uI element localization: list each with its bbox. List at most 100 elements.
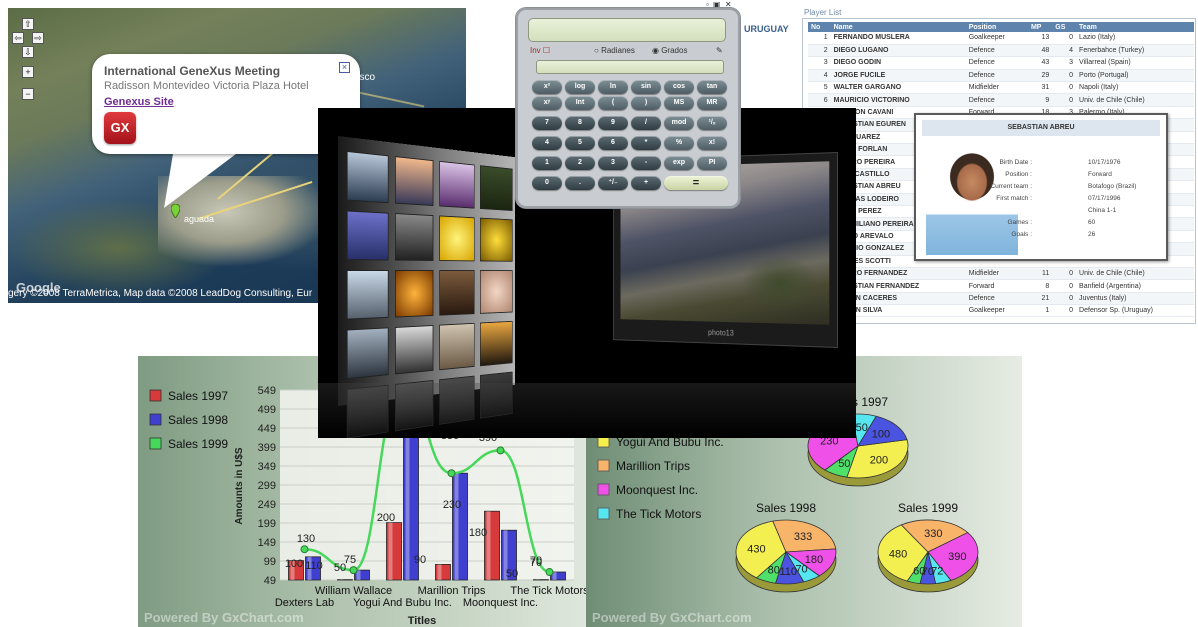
table-cell: 29 xyxy=(1027,69,1053,83)
calculator-key[interactable]: 8 xyxy=(565,116,595,130)
data-label: 130 xyxy=(297,533,315,545)
calculator-key[interactable]: + xyxy=(631,176,661,190)
pan-up-icon[interactable]: ⇧ xyxy=(22,18,34,30)
legend-swatch xyxy=(149,437,162,450)
table-row[interactable]: 3 DIEGO GODIN Defence 43 3 Villarreal (Spain) xyxy=(808,56,1194,70)
photo-thumbnail[interactable] xyxy=(395,325,434,375)
calculator-key[interactable]: 0 xyxy=(532,176,562,190)
calculator-key[interactable]: tan xyxy=(697,80,727,94)
table-cell: Goalkeeper xyxy=(965,32,1028,45)
calculator-key[interactable]: x! xyxy=(697,136,727,150)
calculator-key[interactable]: * xyxy=(631,136,661,150)
column-header[interactable]: Team xyxy=(1076,22,1194,32)
calculator[interactable]: Inv ☐ ○ Radianes ◉ Grados ✎ x² log ln sin co… xyxy=(516,8,740,208)
pie-value-label: 60 xyxy=(913,565,925,577)
calculator-key[interactable]: / xyxy=(631,116,661,130)
player-table-header: No Name Position MP GS Team xyxy=(808,22,1194,32)
table-row[interactable]: 6 MAURICIO VICTORINO Defence 9 0 Univ. de Chi… xyxy=(808,93,1194,107)
y-tick-label: 199 xyxy=(258,518,276,530)
calculator-key[interactable]: 7 xyxy=(532,116,562,130)
calculator-key[interactable]: exp xyxy=(664,156,694,170)
inv-checkbox-label[interactable]: Inv ☐ xyxy=(530,46,550,55)
degrees-option[interactable]: ◉ Grados xyxy=(652,46,687,55)
table-cell: 6 xyxy=(808,93,831,107)
zoom-in-icon[interactable]: + xyxy=(22,66,34,78)
calculator-key[interactable]: 3 xyxy=(598,156,628,170)
photo-thumbnail[interactable] xyxy=(480,320,513,367)
column-header[interactable]: GS xyxy=(1052,22,1077,32)
photo-thumbnail[interactable] xyxy=(439,322,475,371)
calculator-key[interactable]: % xyxy=(664,136,694,150)
photo-thumbnail[interactable] xyxy=(480,270,513,314)
table-row[interactable]: 23MARTIN SILVAGoalkeeper10Defensor Sp. (… xyxy=(808,304,1194,318)
pan-left-icon[interactable]: ⇦ xyxy=(12,32,24,44)
pan-right-icon[interactable]: ⇨ xyxy=(32,32,44,44)
calculator-key[interactable]: 5 xyxy=(565,136,595,150)
photo-thumbnail[interactable] xyxy=(439,160,475,209)
line-point xyxy=(300,545,309,554)
data-label: 200 xyxy=(377,512,395,524)
photo-thumbnail[interactable] xyxy=(346,210,389,261)
calculator-key[interactable]: MR xyxy=(697,96,727,110)
calculator-key[interactable]: ⁺/₋ xyxy=(598,176,628,190)
calculator-key[interactable]: ¹/ₓ xyxy=(697,116,727,130)
calculator-key[interactable]: 2 xyxy=(565,156,595,170)
column-header[interactable]: Name xyxy=(830,22,966,32)
table-row[interactable]: 21SEBASTIAN FERNANDEZForward80Banfield (… xyxy=(808,279,1194,293)
zoom-out-icon[interactable]: − xyxy=(22,88,34,100)
table-row[interactable]: 5 WALTER GARGANO Midfielder 31 0 Napoli (Ital… xyxy=(808,81,1194,95)
photo-thumbnail[interactable] xyxy=(480,217,513,262)
photo-thumbnail[interactable] xyxy=(346,327,389,380)
x-tick-label: Moonquest Inc. xyxy=(463,597,538,609)
table-row[interactable]: 20ALVARO FERNANDEZMidfielder110Univ. de … xyxy=(808,267,1194,281)
photo-thumbnail[interactable] xyxy=(395,213,434,261)
table-row[interactable]: 22MARTIN CACERESDefence210Juventus (Ital… xyxy=(808,292,1194,306)
card-field-label: Birth Date : xyxy=(999,159,1032,166)
calculator-key[interactable]: ( xyxy=(598,96,628,110)
table-cell: Defence xyxy=(965,69,1028,83)
table-cell: Napoli (Italy) xyxy=(1076,81,1194,95)
close-icon[interactable]: × xyxy=(339,62,350,73)
calculator-key[interactable]: 6 xyxy=(598,136,628,150)
photo-caption: photo13 xyxy=(708,328,734,338)
eraser-icon[interactable]: ✎ xyxy=(716,46,723,55)
calculator-key[interactable]: cos xyxy=(664,80,694,94)
pan-down-icon[interactable]: ⇩ xyxy=(22,46,34,58)
y-tick-label: 549 xyxy=(258,385,276,397)
table-row[interactable]: 2 DIEGO LUGANO Defence 48 4 Fenerbahce (Turke… xyxy=(808,44,1194,58)
bubble-title: International GeneXus Meeting xyxy=(104,64,281,78)
calculator-key[interactable]: mod xyxy=(664,116,694,130)
photo-thumbnail[interactable] xyxy=(439,270,475,316)
calculator-key[interactable]: 4 xyxy=(532,136,562,150)
calculator-key[interactable]: MS xyxy=(664,96,694,110)
calculator-key[interactable]: = xyxy=(664,176,728,190)
photo-thumbnail[interactable] xyxy=(346,150,389,204)
calculator-key[interactable]: ln xyxy=(598,80,628,94)
calculator-key[interactable]: xʸ xyxy=(532,96,562,110)
radians-option[interactable]: ○ Radianes xyxy=(594,46,635,55)
table-row[interactable]: 1 FERNANDO MUSLERA Goalkeeper 13 0 Lazio (Ita… xyxy=(808,32,1194,45)
calculator-key[interactable]: log xyxy=(565,80,595,94)
photo-thumbnail[interactable] xyxy=(439,215,475,262)
calculator-key[interactable]: sin xyxy=(631,80,661,94)
legend-label: Sales 1999 xyxy=(168,437,228,451)
calculator-key[interactable]: x² xyxy=(532,80,562,94)
calculator-key[interactable]: 1 xyxy=(532,156,562,170)
calculator-key[interactable]: 9 xyxy=(598,116,628,130)
column-header[interactable]: No xyxy=(808,22,831,32)
photo-thumbnail[interactable] xyxy=(395,270,434,318)
calculator-key[interactable]: Int xyxy=(565,96,595,110)
genexus-site-link[interactable]: Genexus Site xyxy=(104,96,174,108)
calculator-key[interactable]: ) xyxy=(631,96,661,110)
photo-thumbnail[interactable] xyxy=(395,156,434,207)
calculator-key[interactable]: . xyxy=(565,176,595,190)
table-cell: Forward xyxy=(965,279,1028,293)
photo-thumbnail[interactable] xyxy=(480,165,513,211)
photo-thumbnail[interactable] xyxy=(346,270,389,320)
column-header[interactable]: Position xyxy=(965,22,1028,32)
thumbnail-wall[interactable] xyxy=(338,136,516,438)
calculator-key[interactable]: - xyxy=(631,156,661,170)
table-row[interactable]: 4 JORGE FUCILE Defence 29 0 Porto (Portugal) xyxy=(808,69,1194,83)
column-header[interactable]: MP xyxy=(1027,22,1053,32)
calculator-key[interactable]: PI xyxy=(697,156,727,170)
